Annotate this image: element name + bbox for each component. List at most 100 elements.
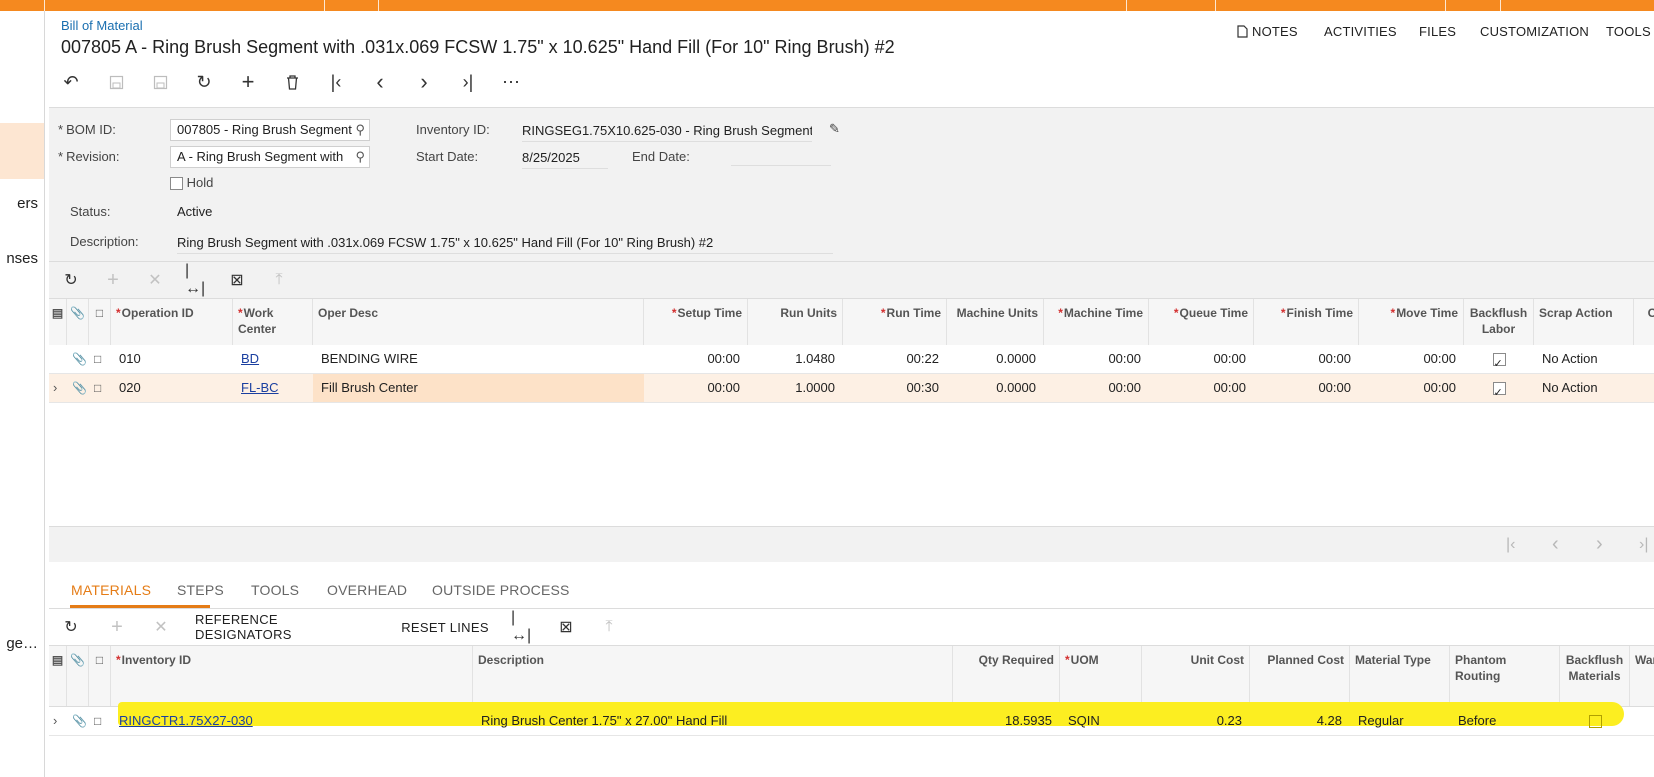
breadcrumb[interactable]: Bill of Material	[61, 18, 143, 33]
run-units-cell[interactable]: 1.0000	[748, 374, 843, 402]
document-icon[interactable]: □	[89, 374, 111, 402]
col-inventory-id[interactable]: *Inventory ID	[111, 646, 473, 706]
left-nav-item[interactable]: nses	[6, 250, 38, 267]
backflush-labor-checkbox[interactable]	[1492, 379, 1506, 402]
col-work-center[interactable]: *Work Center	[233, 299, 313, 345]
paperclip-icon[interactable]: 📎	[67, 345, 89, 373]
tab-materials[interactable]: MATERIALS	[71, 582, 151, 598]
tab-tools[interactable]: TOOLS	[251, 582, 299, 598]
col-setup-time[interactable]: *Setup Time	[644, 299, 748, 345]
work-center-cell[interactable]: BD	[233, 345, 313, 373]
finish-time-cell[interactable]: 00:00	[1254, 345, 1359, 373]
setup-time-cell[interactable]: 00:00	[644, 374, 748, 402]
col-run-units[interactable]: Run Units	[748, 299, 843, 345]
col-description[interactable]: Description	[473, 646, 953, 706]
queue-time-cell[interactable]: 00:00	[1149, 374, 1254, 402]
col-run-time[interactable]: *Run Time	[843, 299, 947, 345]
backflush-labor-checkbox[interactable]	[1492, 350, 1506, 373]
start-date-field[interactable]: 8/25/2025	[522, 150, 608, 169]
chevron-right-icon[interactable]: ›	[49, 707, 67, 735]
backflush-labor-cell[interactable]	[1464, 374, 1534, 402]
bom-id-field[interactable]: 007805 - Ring Brush Segment ⚲	[170, 119, 370, 141]
excel-icon[interactable]: ⊠	[225, 262, 249, 298]
oper-desc-cell[interactable]: Fill Brush Center	[313, 374, 644, 402]
hold-check[interactable]	[170, 177, 183, 191]
machine-time-cell[interactable]: 00:00	[1044, 345, 1149, 373]
reference-designators-button[interactable]: REFERENCE DESIGNATORS	[195, 609, 355, 645]
col-move-time[interactable]: *Move Time	[1359, 299, 1464, 345]
fit-columns-icon[interactable]: |↔|	[511, 609, 535, 645]
machine-units-cell[interactable]: 0.0000	[947, 374, 1044, 402]
document-icon[interactable]: □	[89, 707, 111, 735]
work-center-cell[interactable]: FL-BC	[233, 374, 313, 402]
qty-required-cell[interactable]: 18.5935	[953, 707, 1060, 735]
queue-time-cell[interactable]: 00:00	[1149, 345, 1254, 373]
col-machine-time[interactable]: *Machine Time	[1044, 299, 1149, 345]
scrap-action-cell[interactable]: No Action	[1534, 345, 1634, 373]
move-time-cell[interactable]: 00:00	[1359, 345, 1464, 373]
operation-id-cell[interactable]: 020	[111, 374, 233, 402]
pencil-icon[interactable]: ✎	[829, 121, 840, 137]
undo-icon[interactable]: ↶	[57, 68, 85, 96]
document-icon[interactable]: □	[89, 345, 111, 373]
col-warehouse[interactable]: Warehouse	[1630, 646, 1654, 706]
refresh-icon[interactable]: ↻	[59, 262, 83, 298]
run-time-cell[interactable]: 00:22	[843, 345, 947, 373]
control-point-cell[interactable]	[1634, 345, 1654, 373]
move-time-cell[interactable]: 00:00	[1359, 374, 1464, 402]
col-control-point[interactable]: Control Point	[1634, 299, 1654, 345]
col-backflush-labor[interactable]: Backflush Labor	[1464, 299, 1534, 345]
planned-cost-cell[interactable]: 4.28	[1250, 707, 1350, 735]
col-queue-time[interactable]: *Queue Time	[1149, 299, 1254, 345]
search-icon[interactable]: ⚲	[355, 120, 365, 140]
col-phantom-routing[interactable]: Phantom Routing	[1450, 646, 1560, 706]
col-scrap-action[interactable]: Scrap Action	[1534, 299, 1634, 345]
next-page-icon[interactable]: ›	[1596, 533, 1603, 556]
unit-cost-cell[interactable]: 0.23	[1142, 707, 1250, 735]
revision-field[interactable]: A - Ring Brush Segment with ⚲	[170, 146, 370, 168]
close-icon[interactable]: ✕	[143, 262, 167, 298]
material-type-cell[interactable]: Regular	[1350, 707, 1450, 735]
upload-icon[interactable]: ⤒	[597, 609, 621, 645]
description-cell[interactable]: Ring Brush Center 1.75" x 27.00" Hand Fi…	[473, 707, 953, 735]
table-row[interactable]: 📎 □ 010 BD BENDING WIRE 00:00 1.0480 00:…	[49, 345, 1654, 374]
col-oper-desc[interactable]: Oper Desc	[313, 299, 644, 345]
grid-settings-icon[interactable]: ▤	[49, 646, 67, 706]
tab-outside-process[interactable]: OUTSIDE PROCESS	[432, 582, 570, 598]
plus-icon[interactable]: +	[234, 68, 262, 96]
save-icon[interactable]	[146, 68, 174, 96]
plus-icon[interactable]: +	[101, 262, 125, 298]
uom-cell[interactable]: SQIN	[1060, 707, 1142, 735]
backflush-materials-cell[interactable]	[1560, 707, 1630, 735]
tab-steps[interactable]: STEPS	[177, 582, 224, 598]
prev-page-icon[interactable]: ‹	[1552, 533, 1559, 556]
col-material-type[interactable]: Material Type	[1350, 646, 1450, 706]
backflush-labor-cell[interactable]	[1464, 345, 1534, 373]
save-close-icon[interactable]	[102, 68, 130, 96]
machine-time-cell[interactable]: 00:00	[1044, 374, 1149, 402]
setup-time-cell[interactable]: 00:00	[644, 345, 748, 373]
tools-button[interactable]: TOOLS	[1606, 24, 1651, 39]
plus-icon[interactable]: +	[105, 609, 129, 645]
customization-button[interactable]: CUSTOMIZATION	[1480, 24, 1589, 39]
excel-icon[interactable]: ⊠	[554, 609, 578, 645]
materials-row[interactable]: › 📎 □ RINGCTR1.75X27-030 Ring Brush Cent…	[49, 707, 1654, 736]
first-page-icon[interactable]: |‹	[1506, 536, 1515, 554]
last-icon[interactable]: ›|	[454, 68, 482, 96]
left-nav-item[interactable]: ers	[17, 195, 38, 212]
status-value[interactable]: Active	[177, 204, 212, 219]
control-point-cell[interactable]	[1634, 374, 1654, 402]
finish-time-cell[interactable]: 00:00	[1254, 374, 1359, 402]
col-operation-id[interactable]: *Operation ID	[111, 299, 233, 345]
paperclip-icon[interactable]: 📎	[67, 374, 89, 402]
close-icon[interactable]: ✕	[149, 609, 173, 645]
trash-icon[interactable]	[278, 68, 306, 96]
col-planned-cost[interactable]: Planned Cost	[1250, 646, 1350, 706]
grid-settings-icon[interactable]: ▤	[49, 299, 67, 345]
col-machine-units[interactable]: Machine Units	[947, 299, 1044, 345]
inventory-id-link[interactable]: RINGCTR1.75X27-030	[119, 713, 253, 728]
left-nav-item[interactable]: ge…	[6, 635, 38, 652]
run-time-cell[interactable]: 00:30	[843, 374, 947, 402]
search-icon[interactable]: ⚲	[355, 147, 365, 167]
hold-checkbox[interactable]: Hold	[170, 175, 213, 191]
